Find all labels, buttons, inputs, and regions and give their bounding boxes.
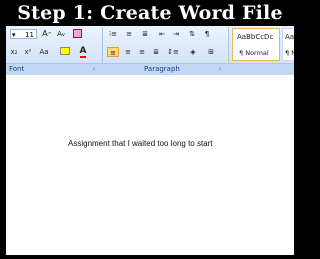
highlighter-icon [60,47,70,55]
bullets-icon: ⁝≡ [108,30,118,38]
paragraph-dialog-launcher-icon[interactable]: ⌟ [218,64,221,71]
document-text: Assignment that I waited too long to sta… [68,139,213,148]
change-case-button[interactable]: Aa [36,47,52,57]
screenshot-frame: Step 1: Create Word File ▾ 11 A^ Av x₂ x… [0,0,300,259]
style-nospacing-label: ¶ No [285,49,294,57]
group-labels-bar: Font ⌟ Paragraph ⌟ [6,63,294,75]
dropdown-arrow-icon: ▾ [12,31,16,39]
align-center-icon: ≡ [125,48,131,56]
word-window: ▾ 11 A^ Av x₂ x² Aa A ⁝≡ ≡ ≣ ⇤ ⇥ ⇅ ¶ ≡ ≡… [6,26,294,255]
font-dialog-launcher-icon[interactable]: ⌟ [92,64,95,71]
increase-indent-button[interactable]: ⇥ [170,29,182,39]
align-center-button[interactable]: ≡ [122,47,134,57]
style-normal-label: ¶ Normal [239,49,269,57]
justify-button[interactable]: ≣ [150,47,162,57]
font-color-button[interactable]: A [76,46,90,58]
highlight-button[interactable] [58,47,72,57]
multilevel-list-icon: ≣ [142,30,148,38]
increase-indent-icon: ⇥ [173,30,179,38]
style-normal[interactable]: AaBbCcDc ¶ Normal [232,28,280,61]
decrease-indent-button[interactable]: ⇤ [156,29,168,39]
font-size-box[interactable]: ▾ 11 [10,29,37,39]
font-color-icon: A [79,46,87,58]
clear-format-button[interactable] [72,29,82,39]
subscript-icon: x₂ [10,48,18,56]
sort-icon: ⇅ [189,30,195,38]
grow-font-button[interactable]: A^ [42,29,52,39]
style-preview-2: AaBb [285,33,294,41]
style-preview: AaBbCcDc [237,33,274,41]
shrink-font-button[interactable]: Av [56,29,66,39]
font-group-label: Font [9,65,25,73]
borders-icon: ⊞ [208,48,214,56]
numbering-button[interactable]: ≡ [123,29,135,39]
subscript-button[interactable]: x₂ [8,47,20,57]
borders-button[interactable]: ⊞ [204,47,218,57]
superscript-icon: x² [24,48,32,56]
multilevel-list-button[interactable]: ≣ [139,29,151,39]
line-spacing-button[interactable]: ↕≡ [166,47,180,57]
change-case-icon: Aa [39,48,49,56]
shading-icon: ◈ [190,48,196,56]
line-spacing-icon: ↕≡ [167,48,179,56]
superscript-button[interactable]: x² [22,47,34,57]
sort-button[interactable]: ⇅ [186,29,198,39]
pilcrow-icon: ¶ [204,30,210,38]
ribbon: ▾ 11 A^ Av x₂ x² Aa A ⁝≡ ≡ ≣ ⇤ ⇥ ⇅ ¶ ≡ ≡… [6,26,294,75]
decrease-indent-icon: ⇤ [159,30,165,38]
bullets-button[interactable]: ⁝≡ [107,29,119,39]
eraser-icon [72,29,82,38]
justify-icon: ≣ [153,48,159,56]
font-size-value: 11 [25,31,34,39]
paragraph-group-label: Paragraph [144,65,180,73]
document-page[interactable]: Assignment that I waited too long to sta… [6,75,294,255]
align-left-icon: ≡ [110,49,116,57]
step-caption: Step 1: Create Word File [17,2,283,24]
shading-button[interactable]: ◈ [186,47,200,57]
align-right-button[interactable]: ≡ [136,47,148,57]
align-left-button[interactable]: ≡ [107,47,119,57]
style-no-spacing[interactable]: AaBb ¶ No [282,28,294,61]
numbering-icon: ≡ [126,30,132,38]
show-marks-button[interactable]: ¶ [202,29,212,39]
align-right-icon: ≡ [139,48,145,56]
